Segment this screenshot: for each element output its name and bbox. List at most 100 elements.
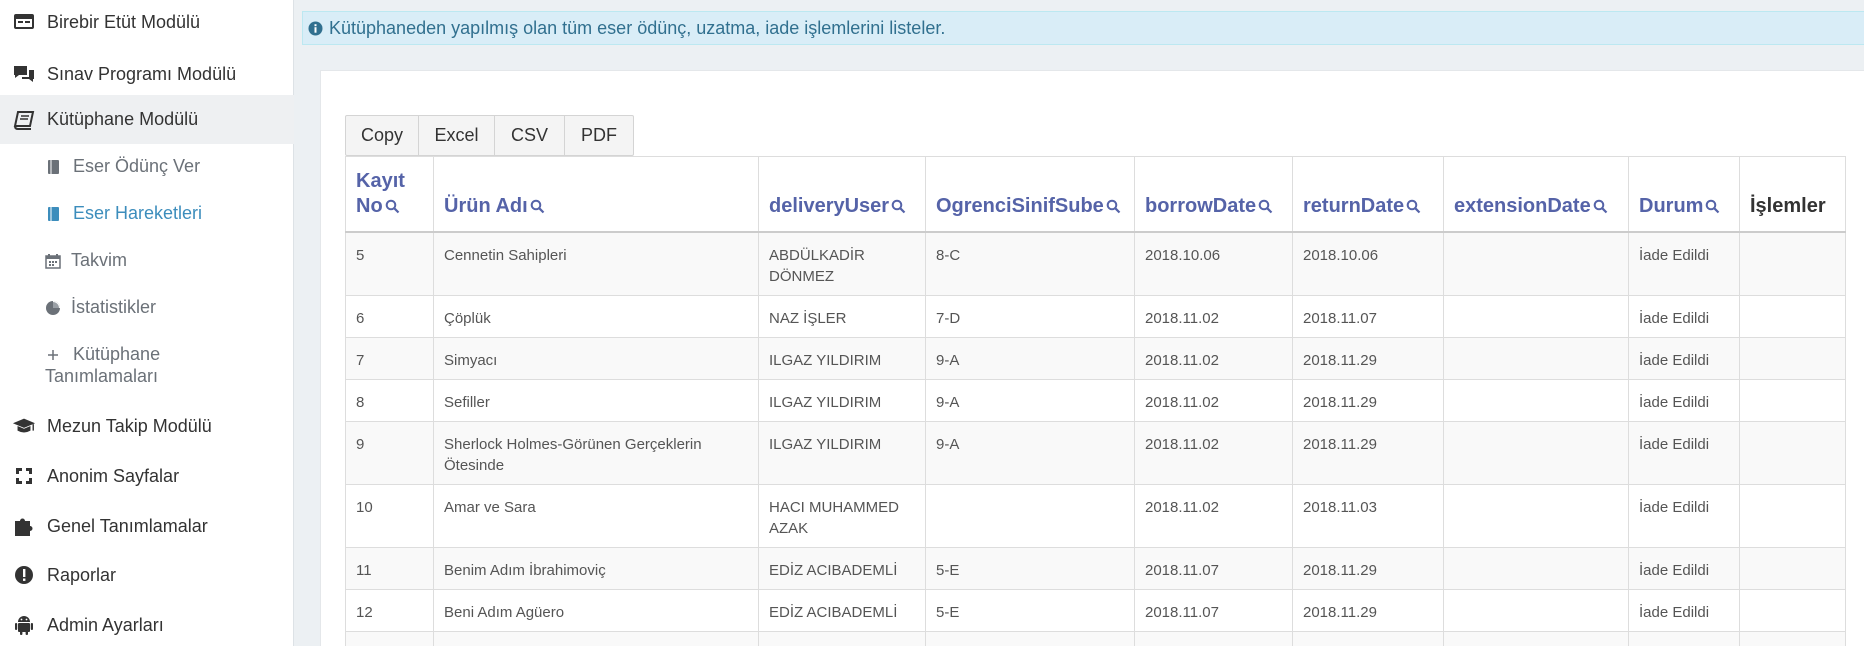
cell-kayit-no: 6	[345, 294, 434, 338]
sidebar-subitem-kutuphane-tanimlamalari[interactable]: Kütüphane Tanımlamaları	[0, 344, 294, 390]
cell-urun-adi: Beni Adım Agüero	[433, 588, 759, 632]
sidebar-item-mezun-takip[interactable]: Mezun Takip Modülü	[0, 404, 294, 448]
column-header-islemler: İşlemler	[1739, 156, 1846, 233]
column-header-delivery-user[interactable]: deliveryUser	[758, 156, 926, 233]
cell-sinif-sube	[925, 630, 1135, 646]
column-header-label: deliveryUser	[769, 194, 890, 217]
cell-islemler	[1739, 420, 1846, 485]
sidebar-subitem-label: Eser Hareketleri	[73, 203, 203, 223]
sidebar-item-raporlar[interactable]: Raporlar	[0, 553, 294, 597]
table-row[interactable]	[345, 630, 1846, 646]
sidebar-item-label: Admin Ayarları	[47, 614, 164, 635]
sidebar-item-label: Birebir Etüt Modülü	[47, 11, 201, 32]
sidebar-subitem-eser-odunc-ver[interactable]: Eser Ödünç Ver	[0, 156, 294, 180]
sidebar-subitem-label: Takvim	[71, 250, 128, 270]
table-row[interactable]: 7 Simyacı ILGAZ YILDIRIM 9-A 2018.11.02 …	[345, 336, 1846, 380]
sidebar-item-kutuphane[interactable]: Kütüphane Modülü	[0, 95, 294, 144]
cell-extension-date	[1443, 378, 1629, 422]
cell-islemler	[1739, 630, 1846, 646]
cell-borrow-date: 2018.11.07	[1134, 546, 1293, 590]
column-header-ogrenci-sinif-sube[interactable]: OgrenciSinifSube	[925, 156, 1135, 233]
cell-delivery-user: EDİZ ACIBADEMLİ	[758, 546, 926, 590]
cell-delivery-user: ILGAZ YILDIRIM	[758, 378, 926, 422]
table-row[interactable]: 8 Sefiller ILGAZ YILDIRIM 9-A 2018.11.02…	[345, 378, 1846, 422]
column-header-kayit-no[interactable]: Kayıt No	[345, 156, 434, 233]
cell-kayit-no: 11	[345, 546, 434, 590]
cell-return-date: 2018.11.29	[1292, 336, 1444, 380]
cell-delivery-user: ILGAZ YILDIRIM	[758, 336, 926, 380]
table-row[interactable]: 6 Çöplük NAZ İŞLER 7-D 2018.11.02 2018.1…	[345, 294, 1846, 338]
delivery-user-line2: AZAK	[769, 519, 809, 537]
cell-sinif-sube: 9-A	[925, 336, 1135, 380]
info-text: Kütüphaneden yapılmış olan tüm eser ödün…	[329, 17, 946, 38]
bookmark-icon	[44, 205, 62, 223]
sidebar-item-sinav-programi[interactable]: Sınav Programı Modülü	[0, 52, 294, 96]
cell-kayit-no: 9	[345, 420, 434, 485]
table-row[interactable]: 11 Benim Adım İbrahimoviç EDİZ ACIBADEML…	[345, 546, 1846, 590]
sidebar-item-label: Sınav Programı Modülü	[47, 63, 237, 84]
sidebar-subitem-istatistikler[interactable]: İstatistikler	[0, 297, 294, 321]
cell-extension-date	[1443, 231, 1629, 296]
search-icon	[1406, 199, 1421, 213]
search-icon	[891, 199, 906, 213]
sidebar-item-label: Kütüphane Modülü	[47, 109, 199, 129]
cell-return-date: 2018.11.29	[1292, 378, 1444, 422]
sidebar-item-label: Raporlar	[47, 564, 117, 585]
table-row[interactable]: 12 Beni Adım Agüero EDİZ ACIBADEMLİ 5-E …	[345, 588, 1846, 632]
table-row[interactable]: 10 Amar ve Sara HACI MUHAMMED AZAK 2018.1…	[345, 483, 1846, 548]
sidebar-subitem-eser-hareketleri[interactable]: Eser Hareketleri	[0, 203, 294, 227]
search-icon	[1258, 199, 1273, 213]
cell-return-date: 2018.11.29	[1292, 588, 1444, 632]
sidebar-subitem-label: Eser Ödünç Ver	[73, 156, 201, 176]
cell-urun-adi: Amar ve Sara	[433, 483, 759, 548]
csv-button[interactable]: CSV	[494, 115, 565, 156]
cell-extension-date	[1443, 630, 1629, 646]
cell-borrow-date: 2018.11.02	[1134, 483, 1293, 548]
column-header-extension-date[interactable]: extensionDate	[1443, 156, 1629, 233]
delivery-user-line1: ABDÜLKADİR	[769, 246, 865, 264]
column-header-label: No	[356, 194, 383, 217]
column-header-label: OgrenciSinifSube	[936, 194, 1104, 217]
excel-button[interactable]: Excel	[418, 115, 495, 156]
cell-sinif-sube: 5-E	[925, 546, 1135, 590]
cell-kayit-no: 5	[345, 231, 434, 296]
sidebar-item-admin-ayarlari[interactable]: Admin Ayarları	[0, 603, 294, 646]
pdf-button[interactable]: PDF	[564, 115, 634, 156]
puzzle-icon	[12, 514, 36, 538]
sidebar-item-anonim-sayfalar[interactable]: Anonim Sayfalar	[0, 454, 294, 498]
search-icon	[1706, 199, 1720, 213]
cell-delivery-user: ABDÜLKADİR DÖNMEZ	[758, 231, 926, 296]
cell-durum: İade Edildi	[1628, 231, 1740, 296]
column-header-borrow-date[interactable]: borrowDate	[1134, 156, 1293, 233]
sidebar-subitem-takvim[interactable]: Takvim	[0, 250, 294, 274]
delivery-user-line1: HACI MUHAMMED	[769, 498, 899, 516]
cell-return-date: 2018.11.29	[1292, 546, 1444, 590]
sidebar-item-birebir-etut[interactable]: Birebir Etüt Modülü	[0, 0, 294, 44]
cell-return-date: 2018.10.06	[1292, 231, 1444, 296]
cell-islemler	[1739, 378, 1846, 422]
cell-sinif-sube: 9-A	[925, 378, 1135, 422]
cell-sinif-sube: 8-C	[925, 231, 1135, 296]
table-row[interactable]: 9 Sherlock Holmes-Görünen Gerçeklerin Öte…	[345, 420, 1846, 485]
cell-sinif-sube: 5-E	[925, 588, 1135, 632]
cell-urun-adi: Sefiller	[433, 378, 759, 422]
column-header-durum[interactable]: Durum	[1628, 156, 1740, 233]
column-header-return-date[interactable]: returnDate	[1292, 156, 1444, 233]
cell-kayit-no: 7	[345, 336, 434, 380]
copy-button[interactable]: Copy	[345, 115, 419, 156]
sidebar-item-genel-tanimlamalar[interactable]: Genel Tanımlamalar	[0, 504, 294, 548]
cell-borrow-date: 2018.10.06	[1134, 231, 1293, 296]
column-header-label: returnDate	[1303, 194, 1405, 217]
cell-urun-adi: Çöplük	[433, 294, 759, 338]
cell-sinif-sube: 9-A	[925, 420, 1135, 485]
column-header-label: borrowDate	[1145, 194, 1257, 217]
calendar-icon	[44, 252, 62, 270]
cell-extension-date	[1443, 546, 1629, 590]
cell-return-date: 2018.11.03	[1292, 483, 1444, 548]
info-alert: Kütüphaneden yapılmış olan tüm eser ödün…	[302, 11, 1864, 45]
column-header-label: Ürün Adı	[444, 194, 528, 217]
table-row[interactable]: 5 Cennetin Sahipleri ABDÜLKADİR DÖNMEZ 8-…	[345, 231, 1846, 296]
column-header-urun-adi[interactable]: Ürün Adı	[433, 156, 759, 233]
cell-return-date: 2018.11.29	[1292, 420, 1444, 485]
cell-durum: İade Edildi	[1628, 378, 1740, 422]
